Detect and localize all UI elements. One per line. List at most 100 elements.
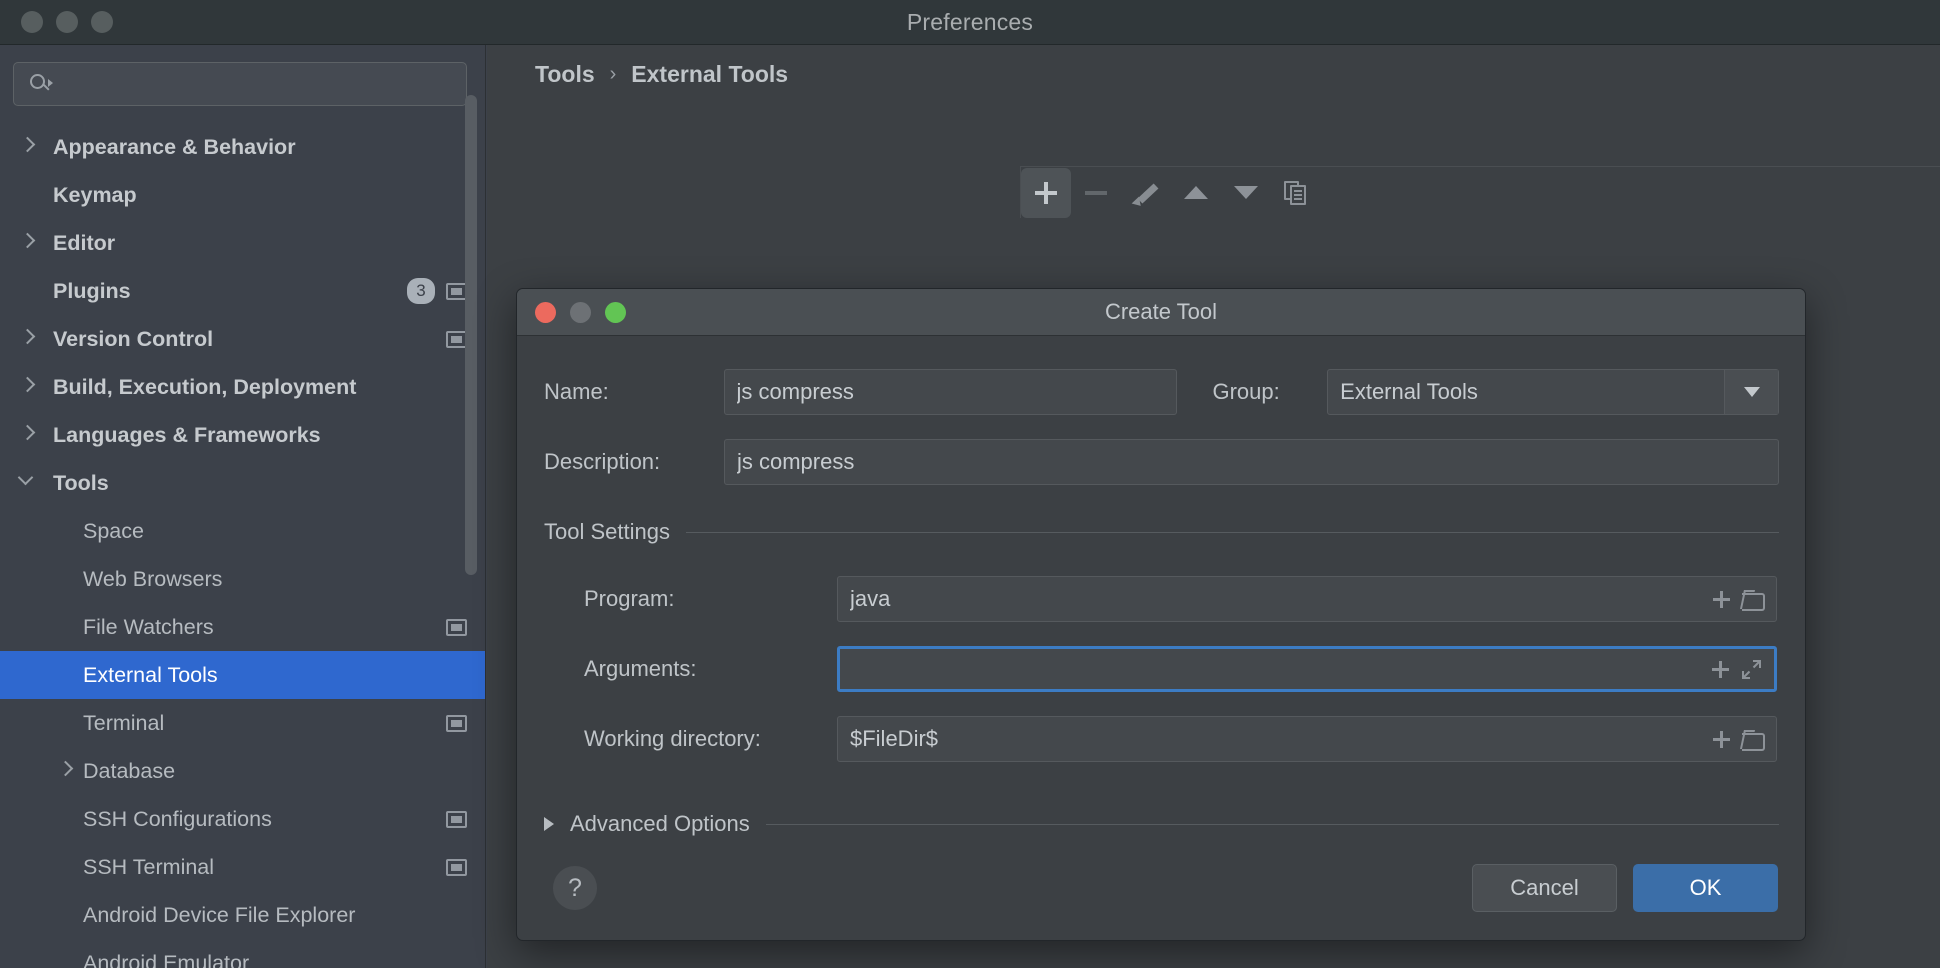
window-icon <box>446 810 467 828</box>
window-titlebar: Preferences <box>0 0 1940 45</box>
sidebar-item-web-browsers[interactable]: Web Browsers <box>0 555 485 603</box>
sidebar-item-terminal[interactable]: Terminal <box>0 699 485 747</box>
sidebar-item-keymap[interactable]: Keymap <box>0 171 485 219</box>
sidebar-item-space[interactable]: Space <box>0 507 485 555</box>
minimize-window-button[interactable] <box>56 11 78 33</box>
dialog-body: Name: js compress Group: External Tools … <box>517 336 1805 940</box>
breadcrumb-current: External Tools <box>631 61 789 87</box>
sidebar-item-tools[interactable]: Tools <box>0 459 485 507</box>
sidebar-item-android-device-file-explorer[interactable]: Android Device File Explorer <box>0 891 485 939</box>
sidebar-item-label: Database <box>83 758 176 783</box>
dialog-minimize-button[interactable] <box>570 301 591 323</box>
breadcrumb: Tools › External Tools <box>535 61 788 88</box>
insert-macro-icon[interactable] <box>1713 590 1730 608</box>
breadcrumb-root[interactable]: Tools <box>535 61 595 88</box>
expand-editor-icon[interactable] <box>1741 659 1762 680</box>
dialog-zoom-button[interactable] <box>605 301 626 323</box>
move-up-button[interactable] <box>1171 168 1221 218</box>
chevron-right-icon[interactable] <box>19 376 36 395</box>
remove-button[interactable] <box>1071 168 1121 218</box>
ok-button[interactable]: OK <box>1633 864 1778 912</box>
sidebar-item-label: Build, Execution, Deployment <box>53 374 357 399</box>
sidebar-item-android-emulator[interactable]: Android Emulator <box>0 939 485 968</box>
sidebar-item-languages-frameworks[interactable]: Languages & Frameworks <box>0 411 485 459</box>
sidebar-item-label: Appearance & Behavior <box>53 134 296 159</box>
window-icon <box>446 618 467 636</box>
settings-sidebar: Appearance & Behavior Keymap Editor Plugins… <box>0 45 486 968</box>
cancel-button[interactable]: Cancel <box>1472 864 1617 912</box>
chevron-right-icon: › <box>609 63 617 85</box>
preferences-window: Preferences Appearance & Behavior Keymap E… <box>0 0 1940 968</box>
search-box[interactable] <box>13 62 467 106</box>
sidebar-item-build-execution-deployment[interactable]: Build, Execution, Deployment <box>0 363 485 411</box>
arguments-input[interactable] <box>837 646 1777 692</box>
group-select[interactable]: External Tools <box>1327 369 1779 415</box>
chevron-right-icon[interactable] <box>19 232 36 251</box>
sidebar-item-version-control[interactable]: Version Control <box>0 315 485 363</box>
description-label: Description: <box>544 449 661 474</box>
sidebar-item-label: SSH Terminal <box>83 854 215 879</box>
search-input[interactable] <box>56 73 466 95</box>
window-title: Preferences <box>906 8 1034 35</box>
chevron-right-icon[interactable] <box>544 817 554 831</box>
chevron-right-icon[interactable] <box>19 328 36 347</box>
sidebar-item-label: Editor <box>53 230 116 255</box>
window-icon <box>446 714 467 732</box>
insert-macro-icon[interactable] <box>1713 730 1730 748</box>
section-divider <box>765 823 1779 825</box>
search-container <box>13 62 467 106</box>
traffic-lights <box>21 11 113 33</box>
name-label: Name: <box>544 379 609 404</box>
program-input[interactable]: java <box>837 576 1777 622</box>
sidebar-item-plugins[interactable]: Plugins 3 <box>0 267 485 315</box>
move-down-button[interactable] <box>1221 168 1271 218</box>
arguments-label: Arguments: <box>584 656 697 681</box>
advanced-options-section[interactable]: Advanced Options <box>544 811 1779 837</box>
description-input[interactable]: js compress <box>724 439 1779 485</box>
chevron-right-icon[interactable] <box>57 760 74 779</box>
browse-folder-icon[interactable] <box>1742 730 1765 751</box>
sidebar-item-external-tools[interactable]: External Tools <box>0 651 485 699</box>
search-icon <box>30 73 56 95</box>
copy-icon <box>1284 180 1308 205</box>
plus-icon <box>1035 181 1057 204</box>
dialog-traffic-lights <box>535 301 626 323</box>
working-directory-label: Working directory: <box>584 726 761 751</box>
arguments-field-icons <box>1712 659 1762 680</box>
working-directory-input-value: $FileDir$ <box>850 726 939 751</box>
add-button[interactable] <box>1021 167 1071 218</box>
sidebar-item-editor[interactable]: Editor <box>0 219 485 267</box>
advanced-options-title: Advanced Options <box>570 811 750 836</box>
help-button[interactable]: ? <box>553 866 597 910</box>
edit-button[interactable] <box>1121 168 1171 218</box>
sidebar-item-label: Space <box>83 518 144 543</box>
chevron-right-icon[interactable] <box>19 424 36 443</box>
browse-folder-icon[interactable] <box>1742 590 1765 611</box>
chevron-down-icon[interactable] <box>1724 370 1778 414</box>
section-divider <box>685 531 1779 533</box>
group-label: Group: <box>1212 379 1280 404</box>
program-field-icons <box>1713 590 1765 611</box>
close-window-button[interactable] <box>21 11 43 33</box>
sidebar-item-ssh-configurations[interactable]: SSH Configurations <box>0 795 485 843</box>
sidebar-item-label: Languages & Frameworks <box>53 422 321 447</box>
insert-macro-icon[interactable] <box>1712 660 1729 678</box>
plugins-update-badge: 3 <box>407 278 435 304</box>
sidebar-scrollbar[interactable] <box>465 95 477 575</box>
program-row: Program: java <box>584 576 1779 622</box>
working-directory-input[interactable]: $FileDir$ <box>837 716 1777 762</box>
copy-button[interactable] <box>1271 168 1321 218</box>
chevron-right-icon[interactable] <box>19 136 36 155</box>
sidebar-item-file-watchers[interactable]: File Watchers <box>0 603 485 651</box>
name-input[interactable]: js compress <box>723 369 1178 415</box>
dialog-close-button[interactable] <box>535 301 556 323</box>
sidebar-item-ssh-terminal[interactable]: SSH Terminal <box>0 843 485 891</box>
sidebar-item-label: Version Control <box>53 326 214 351</box>
sidebar-item-label: Tools <box>53 470 109 495</box>
sidebar-item-label: Android Device File Explorer <box>83 902 356 927</box>
sidebar-item-database[interactable]: Database <box>0 747 485 795</box>
dialog-titlebar: Create Tool <box>517 289 1805 336</box>
chevron-down-icon[interactable] <box>17 469 36 491</box>
sidebar-item-appearance-behavior[interactable]: Appearance & Behavior <box>0 123 485 171</box>
zoom-window-button[interactable] <box>91 11 113 33</box>
